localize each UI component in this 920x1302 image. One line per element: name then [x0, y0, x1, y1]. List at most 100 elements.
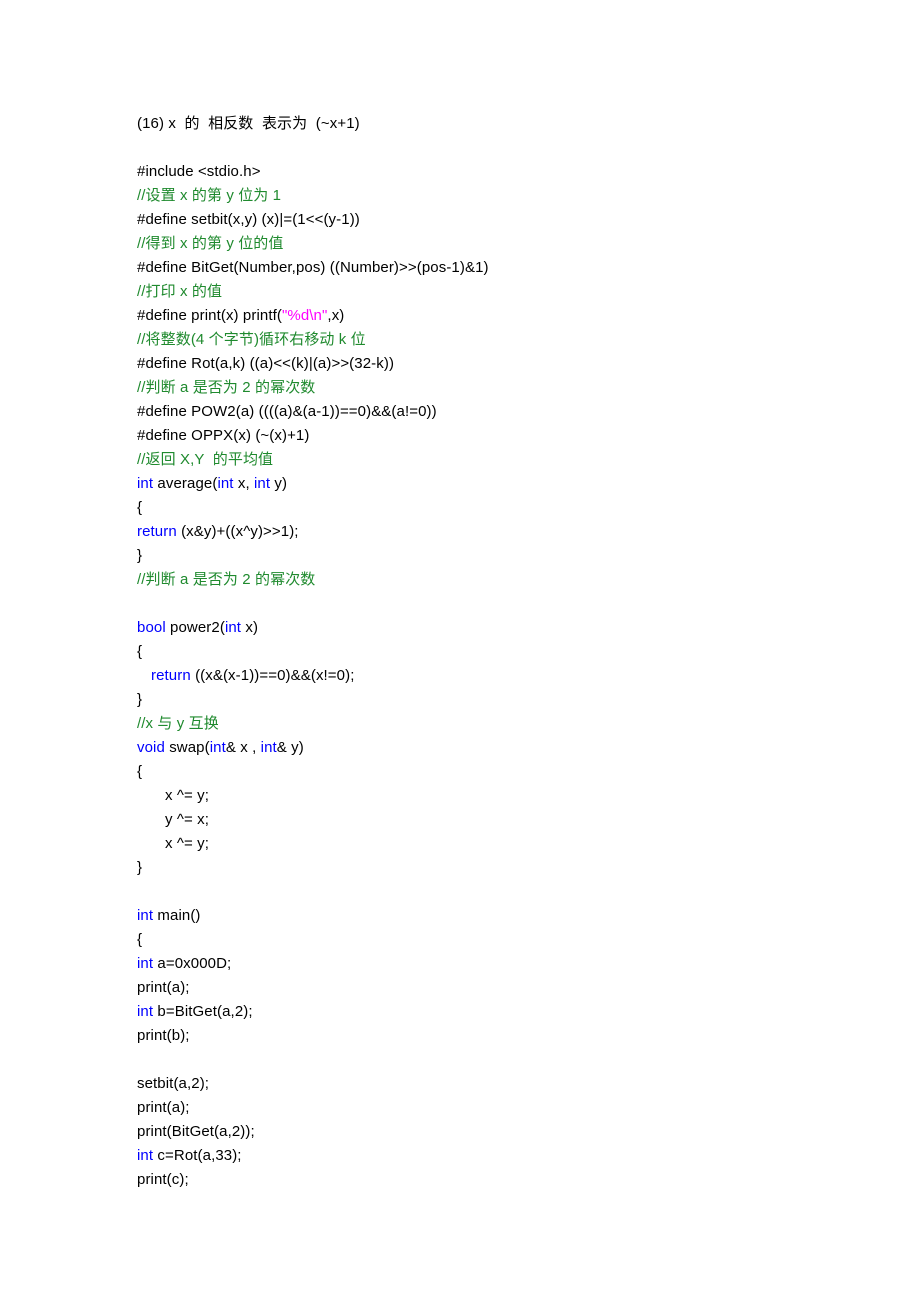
code-token-plain: x,: [233, 475, 254, 492]
code-token-keyword: int: [260, 739, 277, 756]
code-token-plain: main(): [153, 907, 201, 924]
code-line: {: [137, 928, 877, 952]
code-line: {: [137, 760, 877, 784]
code-token-plain: y ^= x;: [165, 811, 210, 828]
code-line: #define BitGet(Number,pos) ((Number)>>(p…: [137, 256, 877, 280]
code-token-plain: {: [137, 763, 143, 780]
code-token-comment: //x 与 y 互换: [137, 715, 219, 732]
code-line: print(b);: [137, 1024, 877, 1048]
code-line: setbit(a,2);: [137, 1072, 877, 1096]
code-line: #include <stdio.h>: [137, 160, 877, 184]
code-line: {: [137, 640, 877, 664]
code-line: x ^= y;: [137, 784, 877, 808]
code-token-plain: #define POW2(a) ((((a)&(a-1))==0)&&(a!=0…: [137, 403, 437, 420]
code-line: //返回 X,Y 的平均值: [137, 448, 877, 472]
code-token-keyword: int: [137, 475, 154, 492]
code-line: #define POW2(a) ((((a)&(a-1))==0)&&(a!=0…: [137, 400, 877, 424]
code-line: (16) x 的 相反数 表示为 (~x+1): [137, 112, 877, 136]
code-line: #define OPPX(x) (~(x)+1): [137, 424, 877, 448]
document-page: (16) x 的 相反数 表示为 (~x+1) #include <stdio.h…: [0, 0, 920, 1302]
code-token-comment: //打印 x 的值: [137, 283, 223, 300]
code-token-plain: print(b);: [137, 1027, 190, 1044]
code-token-comment: //得到 x 的第 y 位的值: [137, 235, 284, 252]
code-token-plain: power2(: [165, 619, 225, 636]
code-line: print(BitGet(a,2));: [137, 1120, 877, 1144]
code-line: return (x&y)+((x^y)>>1);: [137, 520, 877, 544]
code-token-plain: #include <stdio.h>: [137, 163, 261, 180]
code-token-keyword: int: [224, 619, 242, 636]
code-line: int average(int x, int y): [137, 472, 877, 496]
code-token-plain: #define setbit(x,y) (x)|=(1<<(y-1)): [137, 211, 360, 228]
code-token-keyword: int: [137, 955, 154, 972]
code-line: }: [137, 856, 877, 880]
code-token-plain: print(c);: [137, 1171, 189, 1188]
code-token-plain: b=BitGet(a,2);: [153, 1003, 253, 1020]
code-line: void swap(int& x , int& y): [137, 736, 877, 760]
code-token-keyword: int: [254, 475, 271, 492]
code-token-plain: y): [270, 475, 288, 492]
code-token-keyword: int: [217, 475, 234, 492]
code-line: //将整数(4 个字节)循环右移动 k 位: [137, 328, 877, 352]
code-line: //设置 x 的第 y 位为 1: [137, 184, 877, 208]
code-token-keyword: void: [137, 739, 165, 756]
code-line: }: [137, 544, 877, 568]
code-line: #define setbit(x,y) (x)|=(1<<(y-1)): [137, 208, 877, 232]
code-token-comment: //判断 a 是否为 2 的幂次数: [137, 571, 316, 588]
code-line: int b=BitGet(a,2);: [137, 1000, 877, 1024]
code-line: print(a);: [137, 1096, 877, 1120]
code-line: #define print(x) printf("%d\n",x): [137, 304, 877, 328]
code-token-plain: setbit(a,2);: [137, 1075, 210, 1092]
code-token-string: "%d\n": [281, 307, 328, 324]
code-token-plain: ,x): [327, 307, 345, 324]
code-token-plain: }: [137, 859, 143, 876]
code-line: int main(): [137, 904, 877, 928]
code-token-keyword: int: [137, 1003, 154, 1020]
code-token-plain: & x ,: [225, 739, 261, 756]
code-token-plain: average(: [153, 475, 218, 492]
code-token-plain: ((x&(x-1))==0)&&(x!=0);: [190, 667, 355, 684]
code-token-plain: {: [137, 643, 143, 660]
code-token-plain: & y): [276, 739, 304, 756]
code-line: y ^= x;: [137, 808, 877, 832]
code-line: //得到 x 的第 y 位的值: [137, 232, 877, 256]
code-token-keyword: int: [137, 1147, 154, 1164]
code-token-plain: }: [137, 547, 143, 564]
code-token-plain: x): [241, 619, 259, 636]
code-line: //判断 a 是否为 2 的幂次数: [137, 568, 877, 592]
code-token-plain: {: [137, 931, 143, 948]
code-listing: (16) x 的 相反数 表示为 (~x+1) #include <stdio.h…: [137, 112, 877, 1192]
code-token-plain: (x&y)+((x^y)>>1);: [176, 523, 299, 540]
code-token-comment: //返回 X,Y 的平均值: [137, 451, 274, 468]
code-token-keyword: bool: [137, 619, 166, 636]
code-line: //判断 a 是否为 2 的幂次数: [137, 376, 877, 400]
code-token-keyword: int: [209, 739, 226, 756]
code-token-plain: (16) x 的 相反数 表示为 (~x+1): [137, 115, 360, 132]
code-line: //打印 x 的值: [137, 280, 877, 304]
code-token-plain: swap(: [164, 739, 210, 756]
code-line: {: [137, 496, 877, 520]
code-token-plain: x ^= y;: [165, 787, 210, 804]
code-token-plain: }: [137, 691, 143, 708]
code-token-plain: #define BitGet(Number,pos) ((Number)>>(p…: [137, 259, 489, 276]
code-token-plain: a=0x000D;: [153, 955, 232, 972]
code-token-plain: {: [137, 499, 143, 516]
code-token-comment: //判断 a 是否为 2 的幂次数: [137, 379, 316, 396]
code-token-plain: print(a);: [137, 979, 190, 996]
code-token-plain: print(BitGet(a,2));: [137, 1123, 255, 1140]
code-line: print(a);: [137, 976, 877, 1000]
code-token-plain: #define Rot(a,k) ((a)<<(k)|(a)>>(32-k)): [137, 355, 395, 372]
code-token-keyword: return: [137, 523, 177, 540]
code-line: //x 与 y 互换: [137, 712, 877, 736]
code-line: x ^= y;: [137, 832, 877, 856]
code-token-plain: x ^= y;: [165, 835, 210, 852]
code-token-keyword: return: [151, 667, 191, 684]
code-token-plain: #define print(x) printf(: [137, 307, 282, 324]
code-token-comment: //设置 x 的第 y 位为 1: [137, 187, 282, 204]
code-token-keyword: int: [137, 907, 154, 924]
code-line: bool power2(int x): [137, 616, 877, 640]
code-line: }: [137, 688, 877, 712]
